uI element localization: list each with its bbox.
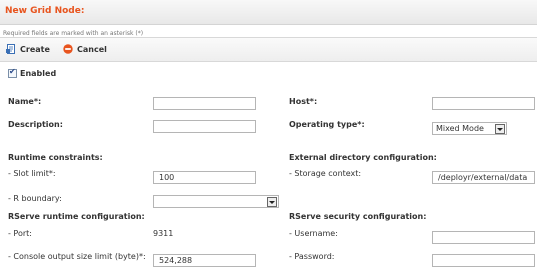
checkmark-icon: ✔: [9, 67, 16, 76]
create-page-icon: [6, 44, 16, 54]
r-boundary-select[interactable]: [153, 195, 279, 208]
enabled-checkbox[interactable]: ✔: [8, 67, 17, 78]
external-directory-heading: External directory configuration:: [289, 153, 437, 162]
toolbar: Create Cancel: [0, 37, 537, 62]
description-label: Description:: [8, 120, 63, 129]
cancel-button[interactable]: Cancel: [63, 43, 107, 55]
enabled-row: ✔ Enabled: [8, 67, 57, 78]
chevron-down-icon[interactable]: [495, 124, 505, 134]
username-label: - Username:: [289, 229, 338, 238]
description-input[interactable]: [153, 120, 256, 133]
name-input[interactable]: [153, 97, 256, 110]
operating-type-value: Mixed Mode: [436, 124, 484, 133]
page-title: New Grid Node:: [5, 6, 85, 16]
username-input[interactable]: [432, 231, 535, 244]
storage-context-label: - Storage context:: [289, 169, 362, 178]
create-button-label: Create: [20, 44, 50, 54]
console-limit-input[interactable]: 524,288: [153, 254, 256, 267]
cancel-button-label: Cancel: [77, 44, 107, 54]
host-label: Host*:: [289, 97, 318, 106]
storage-context-input[interactable]: /deployr/external/data: [432, 171, 535, 184]
r-boundary-label: - R boundary:: [8, 194, 62, 203]
slot-limit-input[interactable]: 100: [153, 171, 256, 184]
password-label: - Password:: [289, 252, 335, 261]
cancel-circle-icon: [63, 44, 73, 54]
slot-limit-label: - Slot limit*:: [8, 169, 56, 178]
console-limit-label: - Console output size limit (byte)*:: [8, 252, 146, 261]
create-button[interactable]: Create: [6, 43, 50, 55]
runtime-constraints-heading: Runtime constraints:: [8, 153, 103, 162]
name-label: Name*:: [8, 97, 42, 106]
operating-type-label: Operating type*:: [289, 120, 365, 129]
rserve-security-heading: RServe security configuration:: [289, 212, 427, 221]
password-input[interactable]: [432, 254, 535, 267]
rserve-runtime-heading: RServe runtime configuration:: [8, 212, 145, 221]
enabled-label: Enabled: [20, 69, 57, 78]
port-value: 9311: [153, 229, 174, 238]
panel-header: New Grid Node:: [0, 0, 537, 25]
chevron-down-icon[interactable]: [267, 197, 277, 207]
host-input[interactable]: [432, 97, 535, 110]
required-fields-note: Required fields are marked with an aster…: [3, 30, 144, 37]
port-label: - Port:: [8, 229, 32, 238]
operating-type-select[interactable]: Mixed Mode: [432, 122, 507, 135]
